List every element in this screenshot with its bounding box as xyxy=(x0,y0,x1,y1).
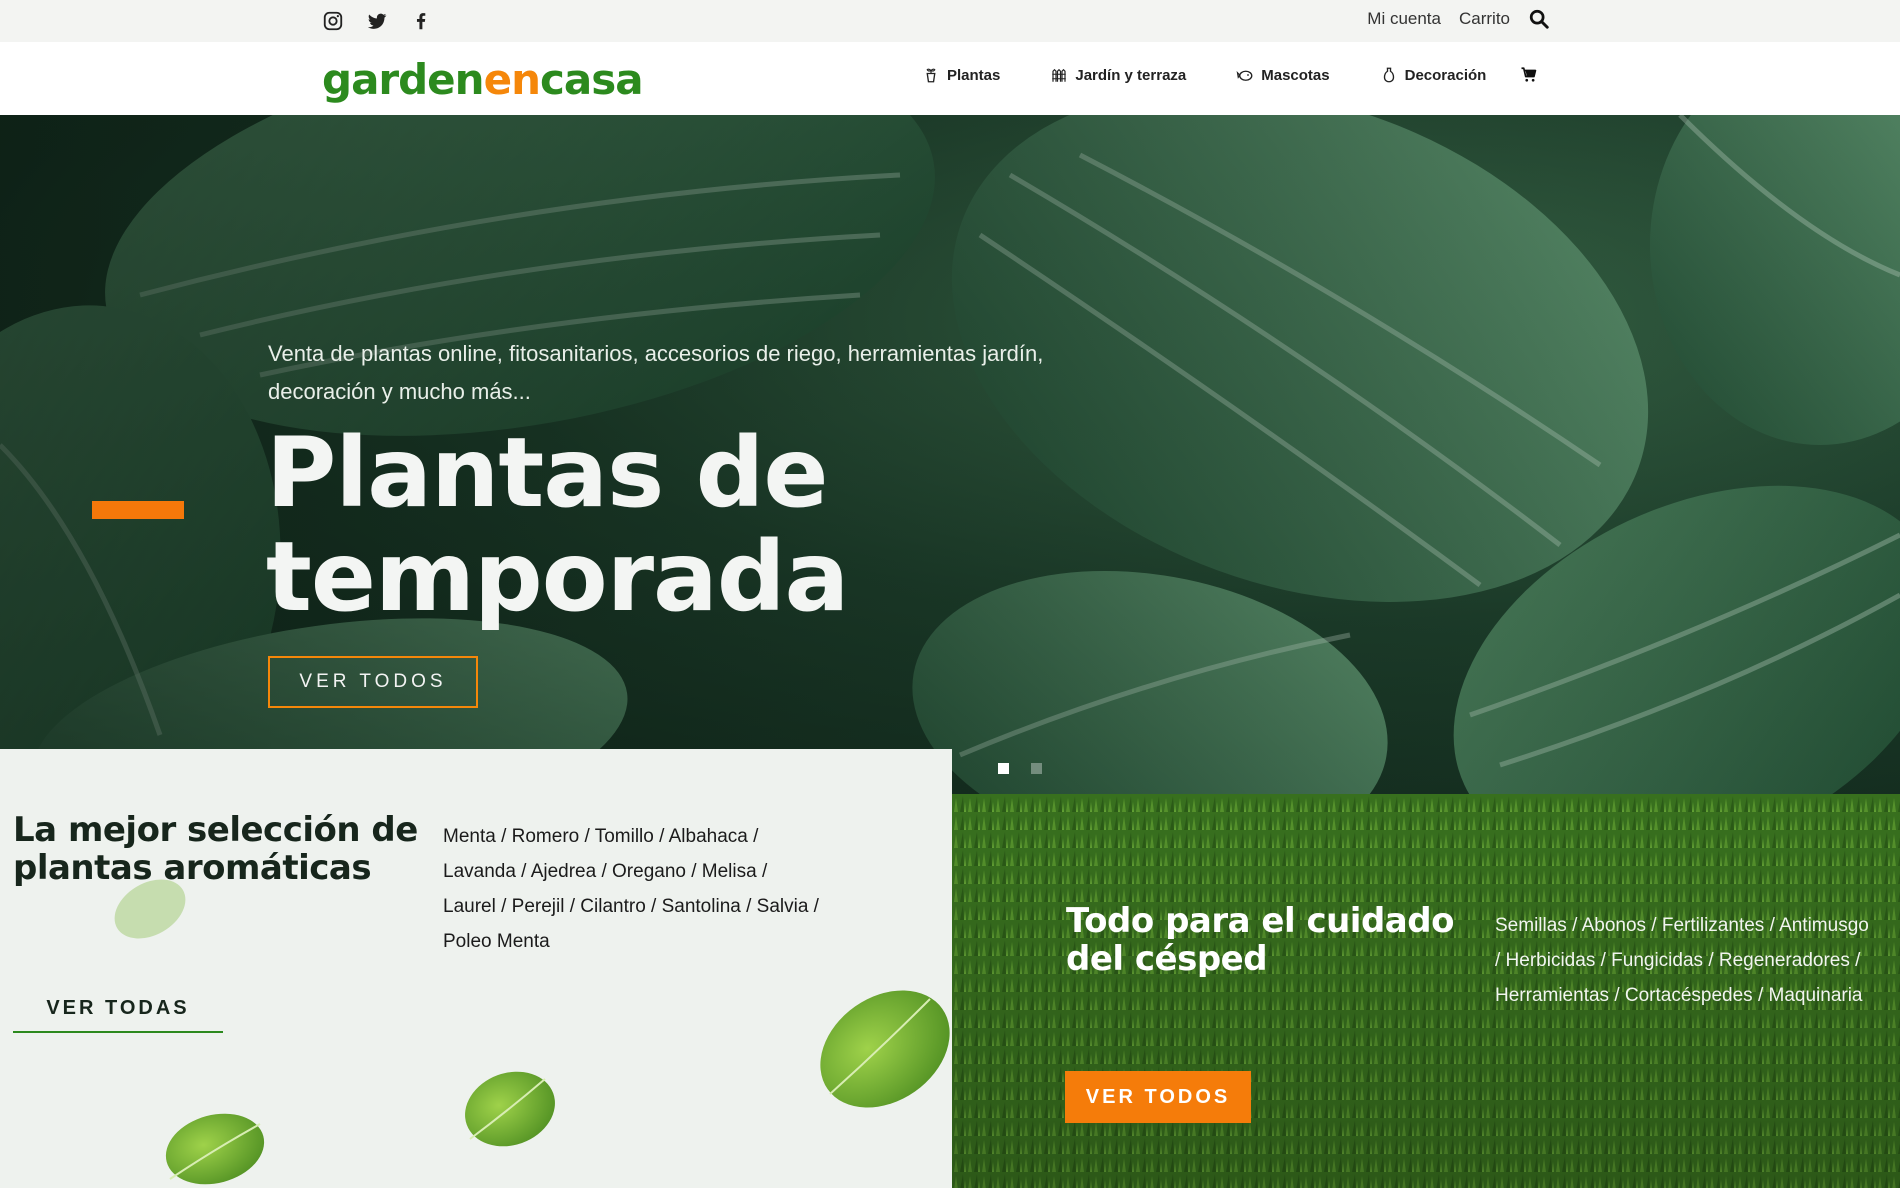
account-links: Mi cuenta Carrito xyxy=(1367,8,1550,30)
aromatic-ver-todas-button[interactable]: VER TODAS xyxy=(13,985,223,1033)
menu-label-jardin-terraza: Jardín y terraza xyxy=(1075,66,1187,84)
slider-dot-2[interactable] xyxy=(1031,763,1042,774)
facebook-icon[interactable] xyxy=(410,10,432,32)
menu-item-mascotas[interactable]: Mascotas xyxy=(1236,66,1330,84)
search-icon[interactable] xyxy=(1528,8,1550,30)
aromatic-plants-panel: La mejor selección de plantas aromáticas… xyxy=(0,749,952,1188)
menu-item-jardin-terraza[interactable]: Jardín y terraza xyxy=(1050,66,1186,84)
pet-icon xyxy=(1236,70,1253,81)
hero-accent-bar xyxy=(92,501,184,519)
logo-part-casa: casa xyxy=(539,55,644,104)
menu-label-decoracion: Decoración xyxy=(1404,66,1487,84)
main-navbar: gardenencasa Plantas Jardín y terraza Ma… xyxy=(0,42,1900,115)
menu-item-decoracion[interactable]: Decoración xyxy=(1380,66,1487,84)
lawn-ver-todos-button[interactable]: VER TODOS xyxy=(1065,1071,1251,1123)
lawn-list: Semillas / Abonos / Fertilizantes / Anti… xyxy=(1495,915,1869,1006)
slider-dots xyxy=(998,763,1042,774)
aromatic-title: La mejor selección de plantas aromáticas xyxy=(13,810,418,888)
plant-pot-icon xyxy=(926,68,936,83)
cart-icon[interactable] xyxy=(1520,66,1538,84)
menu-label-plantas: Plantas xyxy=(947,66,1001,84)
hero-title: Plantas de temporada xyxy=(266,417,849,633)
twitter-icon[interactable] xyxy=(366,10,388,32)
hero-ver-todos-button[interactable]: VER TODOS xyxy=(268,656,478,708)
vase-icon xyxy=(1383,67,1394,83)
lawn-title: Todo para el cuidado del césped xyxy=(1066,901,1454,979)
fence-icon xyxy=(1052,68,1067,82)
instagram-icon[interactable] xyxy=(322,10,344,32)
social-links xyxy=(322,10,432,32)
menu-label-mascotas: Mascotas xyxy=(1261,66,1330,84)
top-utility-bar: Mi cuenta Carrito xyxy=(0,0,1900,42)
lawn-care-panel: Todo para el cuidado del césped Semillas… xyxy=(952,794,1900,1188)
hero-banner: Venta de plantas online, fitosanitarios,… xyxy=(0,115,1900,795)
cart-link[interactable]: Carrito xyxy=(1459,9,1510,29)
logo-part-en: en xyxy=(483,55,541,104)
site-logo[interactable]: gardenencasa xyxy=(322,52,644,108)
main-menu: Plantas Jardín y terraza Mascotas Decora… xyxy=(922,66,1538,84)
menu-item-plantas[interactable]: Plantas xyxy=(922,66,1000,84)
slider-dot-1[interactable] xyxy=(998,763,1009,774)
aromatic-list: Menta / Romero / Tomillo / Albahaca / La… xyxy=(443,826,819,952)
logo-part-garden: garden xyxy=(322,55,485,104)
hero-subtitle: Venta de plantas online, fitosanitarios,… xyxy=(268,341,1044,404)
my-account-link[interactable]: Mi cuenta xyxy=(1367,9,1441,29)
